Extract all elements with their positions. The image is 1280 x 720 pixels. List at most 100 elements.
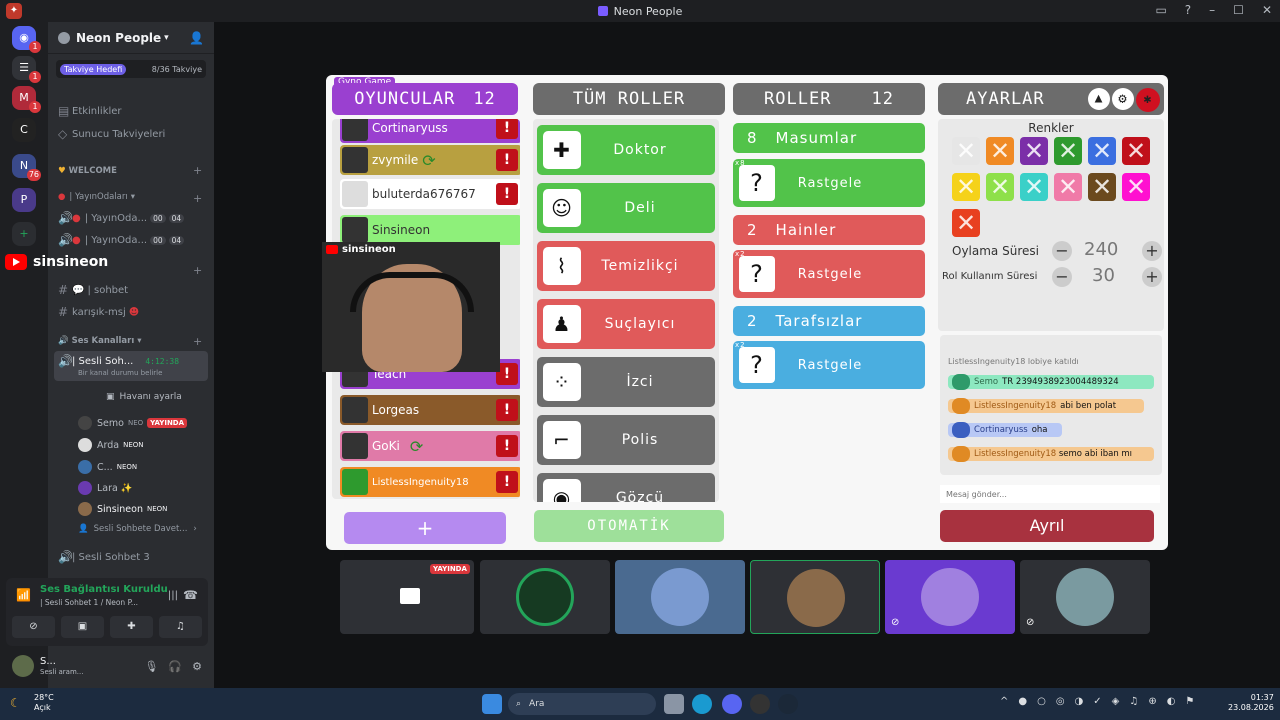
- maximize-icon[interactable]: ☐: [1233, 3, 1244, 17]
- all-roles-list[interactable]: ✚ Doktor ☺ Deli ⌇ Temizlikçi ♟ Suçlayıcı ⁘ İz…: [533, 119, 719, 502]
- screen-share-icon[interactable]: ▣: [61, 616, 104, 638]
- kick-icon[interactable]: !: [496, 183, 518, 205]
- color-swatch[interactable]: ✕: [952, 209, 980, 237]
- activity-icon[interactable]: ✚: [110, 616, 153, 638]
- player-row[interactable]: Lorgeas!: [340, 395, 520, 425]
- headphones-icon[interactable]: 🎧: [168, 660, 182, 673]
- role-card[interactable]: ⌐ Polis: [537, 415, 715, 465]
- participant-tile[interactable]: ⊘: [885, 560, 1015, 634]
- steam-icon[interactable]: [778, 694, 798, 714]
- random-role-slot[interactable]: x8? Rastgele: [733, 159, 925, 207]
- color-swatch[interactable]: ✕: [1020, 173, 1048, 201]
- server-icon[interactable]: ☰ 1: [12, 56, 41, 83]
- role-card[interactable]: ◉ Gözcü: [537, 473, 715, 502]
- player-row[interactable]: Cortinaryuss!: [340, 119, 520, 143]
- color-swatch[interactable]: ✕: [1054, 173, 1082, 201]
- auto-button[interactable]: OTOMATİK: [534, 510, 724, 542]
- events-item[interactable]: ▤ Etkinlikler: [58, 104, 122, 118]
- server-icon[interactable]: N 76: [12, 154, 41, 181]
- leave-button[interactable]: Ayrıl: [940, 510, 1154, 542]
- voice-channel-path[interactable]: | Sesli Sohbet 1 / Neon P...: [40, 598, 138, 607]
- category-yayin[interactable]: ● | YayınOdaları ▾: [58, 192, 135, 202]
- file-explorer-icon[interactable]: [664, 694, 684, 714]
- gear-icon[interactable]: ⚙: [1112, 88, 1134, 110]
- participant-tile[interactable]: [480, 560, 610, 634]
- server-icon[interactable]: C: [12, 118, 36, 142]
- color-swatch[interactable]: ✕: [1088, 137, 1116, 165]
- close-icon[interactable]: ✕: [1262, 3, 1272, 17]
- participant-tile[interactable]: ⊘: [1020, 560, 1150, 634]
- random-role-slot[interactable]: x2? Rastgele: [733, 341, 925, 389]
- increase-role-time-button[interactable]: +: [1142, 267, 1162, 287]
- channel-yayin-1[interactable]: 🔊 ● | YayınOda... 00 04: [58, 211, 185, 225]
- clock[interactable]: 01:37 23.08.2026: [1228, 693, 1274, 714]
- role-card[interactable]: ✚ Doktor: [537, 125, 715, 175]
- color-swatch[interactable]: ✕: [952, 137, 980, 165]
- add-channel-icon[interactable]: +: [193, 192, 202, 205]
- role-card[interactable]: ⌇ Temizlikçi: [537, 241, 715, 291]
- app-icon[interactable]: [750, 694, 770, 714]
- channel-sesli-1[interactable]: 🔊 | Sesli Soh... 4:12:38: [58, 354, 179, 368]
- category-welcome[interactable]: ♥ WELCOME: [58, 166, 117, 176]
- noise-icon[interactable]: |||: [168, 590, 178, 601]
- category-ses[interactable]: 🔊 Ses Kanalları ▾: [58, 336, 142, 346]
- color-swatch[interactable]: ✕: [1122, 173, 1150, 201]
- server-header[interactable]: Neon People ▾ 👤: [48, 22, 214, 54]
- help-icon[interactable]: ?: [1185, 3, 1191, 17]
- color-swatch[interactable]: ✕: [1054, 137, 1082, 165]
- microphone-icon[interactable]: 🎙: [144, 660, 158, 673]
- player-row[interactable]: buluterda676767!: [340, 179, 520, 209]
- bug-icon[interactable]: ✱: [1136, 88, 1160, 112]
- channel-status[interactable]: Bir kanal durumu belirle: [78, 369, 162, 377]
- soundboard-icon[interactable]: ♫: [159, 616, 202, 638]
- kick-icon[interactable]: !: [496, 435, 518, 457]
- avatar[interactable]: [12, 655, 34, 677]
- boosts-item[interactable]: ◇ Sunucu Takviyeleri: [58, 127, 165, 141]
- invite-to-voice[interactable]: 👤 Sesli Sohbete Davet... ›: [78, 524, 197, 534]
- add-channel-icon[interactable]: +: [193, 264, 202, 277]
- random-role-slot[interactable]: x2? Rastgele: [733, 250, 925, 298]
- color-swatch[interactable]: ✕: [986, 137, 1014, 165]
- signal-icon[interactable]: 📶: [16, 588, 31, 602]
- kick-icon[interactable]: !: [496, 149, 518, 171]
- gear-icon[interactable]: ⚙: [192, 660, 202, 673]
- decrease-vote-time-button[interactable]: −: [1052, 241, 1072, 261]
- increase-vote-time-button[interactable]: +: [1142, 241, 1162, 261]
- boost-goal[interactable]: Takviye Hedefi 8/36 Takviye: [56, 60, 206, 78]
- chat-input[interactable]: [940, 485, 1160, 503]
- server-icon[interactable]: M1: [12, 86, 41, 113]
- channel-yayin-2[interactable]: 🔊 ● | YayınOda... 00 04: [58, 233, 185, 247]
- channel-sohbet[interactable]: # 💬 | sohbet: [58, 283, 128, 297]
- search-box[interactable]: ⌕ Ara: [508, 693, 656, 715]
- stream-tile[interactable]: YAYINDA: [340, 560, 474, 634]
- role-card[interactable]: ☺ Deli: [537, 183, 715, 233]
- add-server-icon[interactable]: +: [12, 222, 36, 246]
- channel-sesli-3[interactable]: 🔊 | Sesli Sohbet 3: [58, 550, 150, 564]
- decrease-role-time-button[interactable]: −: [1052, 267, 1072, 287]
- voice-user[interactable]: Semo NEO YAYINDA: [78, 416, 188, 430]
- role-card[interactable]: ♟ Suçlayıcı: [537, 299, 715, 349]
- color-swatch[interactable]: ✕: [1020, 137, 1048, 165]
- player-row[interactable]: ListlessIngenuity18!: [340, 467, 520, 497]
- kick-icon[interactable]: !: [496, 399, 518, 421]
- color-swatch[interactable]: ✕: [986, 173, 1014, 201]
- kick-icon[interactable]: !: [496, 119, 518, 139]
- player-row[interactable]: GoKi ⟳!: [340, 431, 520, 461]
- player-row[interactable]: zvymile ⟳!: [340, 145, 520, 175]
- hat-icon[interactable]: ▲: [1088, 88, 1110, 110]
- add-channel-icon[interactable]: +: [193, 164, 202, 177]
- set-avatar-button[interactable]: ▣ Havanı ayarla: [106, 392, 182, 402]
- player-row[interactable]: Sinsineon: [340, 215, 520, 245]
- kick-icon[interactable]: !: [496, 471, 518, 493]
- windows-start-icon[interactable]: [482, 694, 502, 714]
- add-channel-icon[interactable]: +: [193, 335, 202, 348]
- voice-user[interactable]: Arda NEON: [78, 438, 144, 452]
- invite-icon[interactable]: 👤: [189, 31, 204, 45]
- add-player-button[interactable]: +: [344, 512, 506, 544]
- weather-widget[interactable]: 28°C Açık: [34, 693, 54, 712]
- discord-home-icon[interactable]: ◉ 1: [12, 26, 41, 53]
- server-icon[interactable]: P: [12, 188, 36, 212]
- minimize-icon[interactable]: –: [1209, 3, 1215, 17]
- channel-karisik[interactable]: # karışık-msj ☻: [58, 305, 139, 319]
- voice-user[interactable]: Sinsineon NEON: [78, 502, 167, 516]
